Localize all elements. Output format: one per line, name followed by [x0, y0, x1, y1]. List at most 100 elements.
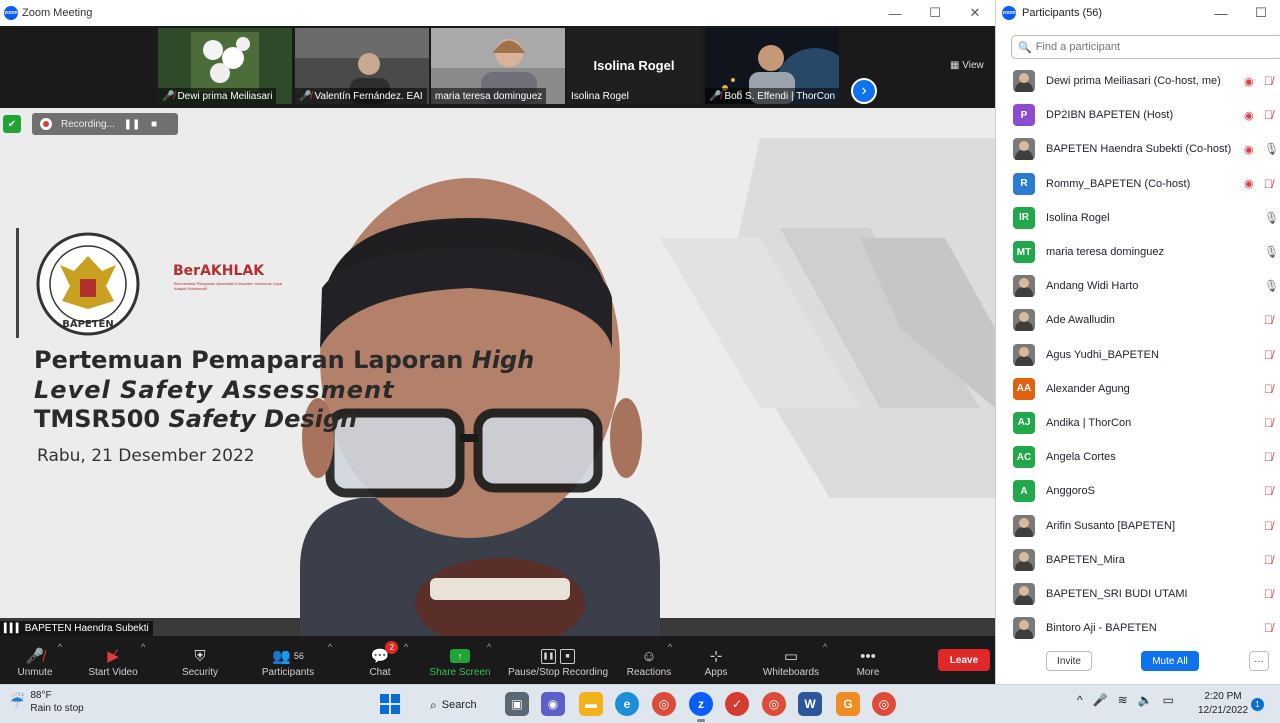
- chat-button[interactable]: 💬 2 Chat: [360, 636, 400, 684]
- participants-options-caret[interactable]: ^: [328, 642, 332, 652]
- mic-muted-icon[interactable]: 🎙̸: [1264, 177, 1273, 191]
- participant-row[interactable]: Dewi prima Meiliasari (Co-host, me) ◉ 🎙̸: [996, 64, 1280, 98]
- mic-muted-icon: 🎤̸: [709, 90, 722, 102]
- reactions-button[interactable]: ☺ Reactions: [624, 636, 674, 684]
- mic-icon[interactable]: 🎙: [1264, 279, 1279, 293]
- chrome-profile-icon[interactable]: ◎: [762, 692, 786, 716]
- participant-row[interactable]: Agus Yudhi_BAPETEN 🎙̸: [996, 338, 1280, 372]
- participant-row[interactable]: AJ Andika | ThorCon 🎙̸: [996, 406, 1280, 440]
- more-button[interactable]: ••• More: [850, 636, 886, 684]
- maximize-button[interactable]: ☐: [1241, 0, 1280, 26]
- apps-button[interactable]: ⊹ Apps: [696, 636, 736, 684]
- minimize-button[interactable]: —: [875, 0, 915, 26]
- participant-row[interactable]: BAPETEN_Mira 🎙̸: [996, 543, 1280, 577]
- edge-icon[interactable]: e: [615, 692, 639, 716]
- mic-muted-icon[interactable]: 🎙̸: [1264, 553, 1273, 567]
- shield-icon: ⛨: [194, 647, 206, 665]
- battery-icon[interactable]: ▭: [1163, 693, 1174, 707]
- teams-chat-icon[interactable]: ◉: [541, 692, 565, 716]
- more-options-button[interactable]: ···: [1249, 651, 1269, 671]
- mic-muted-icon[interactable]: 🎙̸: [1264, 450, 1273, 464]
- people-icon: 👥 56: [272, 648, 304, 665]
- system-tray: ^ 🎤 ≋ 🔈 ▭: [1077, 693, 1184, 707]
- mic-icon[interactable]: 🎙: [1264, 211, 1279, 225]
- mic-muted-icon[interactable]: 🎙̸: [1264, 416, 1273, 430]
- mic-muted-icon[interactable]: 🎙̸: [1264, 313, 1273, 327]
- clock[interactable]: 2:20 PM 12/21/2022: [1195, 690, 1251, 718]
- show-hidden-icons[interactable]: ^: [1077, 693, 1083, 707]
- participant-row[interactable]: Arifin Susanto [BAPETEN] 🎙̸: [996, 508, 1280, 542]
- participant-name: Andang Widi Harto: [1046, 280, 1139, 293]
- video-thumbnail[interactable]: 🎤̸ Dewi prima Meiliasari: [158, 28, 292, 104]
- participant-row[interactable]: A AnggoroS 🎙̸: [996, 474, 1280, 508]
- mic-icon[interactable]: 🎙: [1264, 142, 1279, 156]
- view-label: View: [962, 60, 984, 71]
- video-thumbnail[interactable]: 🎤̸ Bob S. Effendi | ThorCon: [705, 28, 839, 104]
- mic-icon[interactable]: 🎙: [1264, 245, 1279, 259]
- weather-widget[interactable]: ☔ 88°F Rain to stop: [10, 689, 84, 715]
- notification-badge[interactable]: 1: [1251, 698, 1264, 711]
- maximize-button[interactable]: ☐: [915, 0, 955, 26]
- video-thumbnail[interactable]: Isolina Rogel Isolina Rogel: [567, 28, 701, 104]
- participant-row[interactable]: BAPETEN_SRI BUDI UTAMI 🎙̸: [996, 577, 1280, 611]
- participant-row[interactable]: Andang Widi Harto 🎙: [996, 269, 1280, 303]
- participant-search[interactable]: 🔍: [1011, 35, 1280, 59]
- video-options-caret[interactable]: ^: [141, 642, 145, 652]
- start-button[interactable]: [380, 694, 400, 714]
- video-thumbnail[interactable]: maria teresa dominguez: [431, 28, 565, 104]
- microphone-icon[interactable]: 🎤: [1093, 693, 1108, 707]
- participant-row[interactable]: Bintoro Aji - BAPETEN 🎙̸: [996, 611, 1280, 645]
- mic-muted-icon[interactable]: 🎙̸: [1264, 348, 1273, 362]
- mic-muted-icon[interactable]: 🎙̸: [1264, 621, 1273, 635]
- pause-recording-button[interactable]: ❚❚: [121, 119, 143, 130]
- close-button[interactable]: ✕: [955, 0, 995, 26]
- pause-stop-recording-button[interactable]: ❚❚ ■ Pause/Stop Recording: [505, 636, 611, 684]
- wifi-icon[interactable]: ≋: [1118, 693, 1128, 707]
- mute-all-button[interactable]: Mute All: [1141, 651, 1199, 671]
- app-icon[interactable]: G: [836, 692, 860, 716]
- stop-recording-button[interactable]: ■: [143, 119, 165, 130]
- leave-button[interactable]: Leave: [938, 649, 990, 671]
- task-view-icon[interactable]: ▣: [505, 692, 529, 716]
- participant-row[interactable]: R Rommy_BAPETEN (Co-host) ◉ 🎙̸: [996, 167, 1280, 201]
- mic-muted-icon[interactable]: 🎙̸: [1264, 108, 1273, 122]
- participant-row[interactable]: AA Alexander Agung 🎙̸: [996, 372, 1280, 406]
- mic-muted-icon[interactable]: 🎙̸: [1264, 74, 1273, 88]
- reactions-options-caret[interactable]: ^: [668, 642, 672, 652]
- whiteboards-button[interactable]: ▭ Whiteboards: [758, 636, 824, 684]
- participant-row[interactable]: Ade Awalludin 🎙̸: [996, 303, 1280, 337]
- mic-muted-icon[interactable]: 🎙̸: [1264, 519, 1273, 533]
- start-video-button[interactable]: ▶̸ Start Video: [83, 636, 143, 684]
- chrome-icon[interactable]: ◎: [872, 692, 896, 716]
- word-icon[interactable]: W: [798, 692, 822, 716]
- participant-row[interactable]: P DP2IBN BAPETEN (Host) ◉ 🎙̸: [996, 98, 1280, 132]
- participants-button[interactable]: 👥 56 Participants: [258, 636, 318, 684]
- participant-row[interactable]: MT maria teresa dominguez 🎙: [996, 235, 1280, 269]
- volume-icon[interactable]: 🔈: [1138, 693, 1153, 707]
- share-screen-button[interactable]: ↑ Share Screen: [428, 636, 492, 684]
- minimize-button[interactable]: —: [1201, 0, 1241, 26]
- participant-row[interactable]: BAPETEN Haendra Subekti (Co-host) ◉ 🎙: [996, 132, 1280, 166]
- participant-name: BAPETEN_Mira: [1046, 553, 1125, 566]
- mic-muted-icon[interactable]: 🎙̸: [1264, 382, 1273, 396]
- chat-options-caret[interactable]: ^: [404, 642, 408, 652]
- view-button[interactable]: ▦ View: [950, 60, 984, 71]
- share-options-caret[interactable]: ^: [487, 642, 491, 652]
- file-explorer-icon[interactable]: ▬: [579, 692, 603, 716]
- unmute-button[interactable]: 🎤̸ Unmute: [15, 636, 55, 684]
- whiteboards-options-caret[interactable]: ^: [823, 642, 827, 652]
- zoom-taskbar-icon[interactable]: z: [689, 692, 713, 716]
- mic-muted-icon[interactable]: 🎙̸: [1264, 587, 1273, 601]
- security-button[interactable]: ⛨ Security: [175, 636, 225, 684]
- search-input[interactable]: [1035, 41, 1256, 53]
- app-icon[interactable]: ✓: [725, 692, 749, 716]
- next-page-button[interactable]: ›: [851, 78, 877, 104]
- mic-muted-icon[interactable]: 🎙̸: [1264, 484, 1273, 498]
- participant-row[interactable]: AC Angela Cortes 🎙̸: [996, 440, 1280, 474]
- audio-options-caret[interactable]: ^: [58, 642, 62, 652]
- chrome-icon[interactable]: ◎: [652, 692, 676, 716]
- video-thumbnail[interactable]: 🎤̸ Valentín Fernández. EAI: [295, 28, 429, 104]
- taskbar-search[interactable]: ⌕ Search: [418, 693, 486, 717]
- invite-button[interactable]: Invite: [1046, 651, 1092, 671]
- participant-row[interactable]: IR Isolina Rogel 🎙: [996, 201, 1280, 235]
